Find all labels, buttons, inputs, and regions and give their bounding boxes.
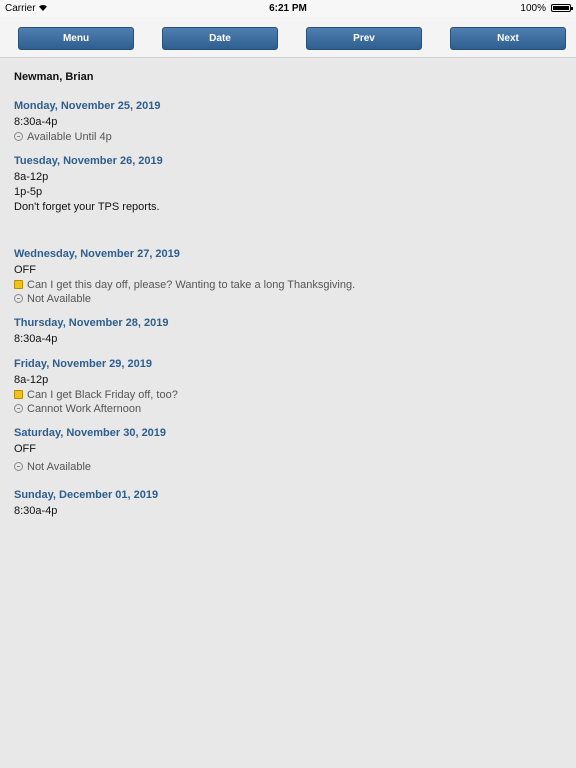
shift-time: 8:30a-4p <box>14 333 58 345</box>
day-title: Thursday, November 28, 2019 <box>14 317 169 329</box>
schedule-content: Newman, Brian Monday, November 25, 2019 … <box>14 71 564 530</box>
day-title: Saturday, November 30, 2019 <box>14 427 167 439</box>
employee-name: Newman, Brian <box>14 71 94 83</box>
day-sunday: Sunday, December 01, 2019 8:30a-4p <box>14 489 564 519</box>
shift-note: Don't forget your TPS reports. <box>14 201 160 213</box>
availability-text: Cannot Work Afternoon <box>27 403 142 415</box>
prev-button[interactable]: Prev <box>306 27 422 50</box>
day-tuesday: Tuesday, November 26, 2019 8a-12p 1p-5p … <box>14 155 564 237</box>
shift-time: 8a-12p <box>14 374 49 386</box>
message-icon <box>14 280 23 289</box>
availability-icon <box>14 132 23 141</box>
availability-note: Available Until 4p <box>14 130 564 144</box>
availability-text: Not Available <box>27 461 92 473</box>
message-text: Can I get Black Friday off, too? <box>27 389 178 401</box>
menu-button[interactable]: Menu <box>18 27 134 50</box>
day-wednesday: Wednesday, November 27, 2019 OFF Can I g… <box>14 248 564 306</box>
next-button[interactable]: Next <box>450 27 566 50</box>
availability-text: Not Available <box>27 293 92 305</box>
day-saturday: Saturday, November 30, 2019 OFF Not Avai… <box>14 427 564 474</box>
shift-time: OFF <box>14 443 36 455</box>
availability-icon <box>14 404 23 413</box>
shift-time: 8:30a-4p <box>14 505 58 517</box>
message-note[interactable]: Can I get this day off, please? Wanting … <box>14 278 564 292</box>
date-button[interactable]: Date <box>162 27 278 50</box>
availability-icon <box>14 462 23 471</box>
shift-time: OFF <box>14 264 36 276</box>
availability-text: Available Until 4p <box>27 131 112 143</box>
shift-time: 8a-12p <box>14 171 49 183</box>
day-friday: Friday, November 29, 2019 8a-12p Can I g… <box>14 358 564 416</box>
toolbar: Menu Date Prev Next <box>0 17 576 58</box>
message-icon <box>14 390 23 399</box>
availability-note: Cannot Work Afternoon <box>14 402 564 416</box>
message-text: Can I get this day off, please? Wanting … <box>27 279 356 291</box>
availability-note: Not Available <box>14 292 564 306</box>
battery-icon <box>551 4 573 12</box>
day-title: Sunday, December 01, 2019 <box>14 489 159 501</box>
day-title: Tuesday, November 26, 2019 <box>14 155 163 167</box>
status-time: 6:21 PM <box>269 3 307 14</box>
day-title: Monday, November 25, 2019 <box>14 100 161 112</box>
day-thursday: Thursday, November 28, 2019 8:30a-4p <box>14 317 564 347</box>
day-monday: Monday, November 25, 2019 8:30a-4p Avail… <box>14 100 564 144</box>
availability-icon <box>14 294 23 303</box>
battery-percentage: 100% <box>520 3 546 14</box>
shift-time: 1p-5p <box>14 186 43 198</box>
day-title: Wednesday, November 27, 2019 <box>14 248 180 260</box>
shift-time: 8:30a-4p <box>14 116 58 128</box>
day-title: Friday, November 29, 2019 <box>14 358 152 370</box>
availability-note: Not Available <box>14 460 564 474</box>
status-bar: Carrier 6:21 PM 100% <box>0 0 576 17</box>
message-note[interactable]: Can I get Black Friday off, too? <box>14 388 564 402</box>
